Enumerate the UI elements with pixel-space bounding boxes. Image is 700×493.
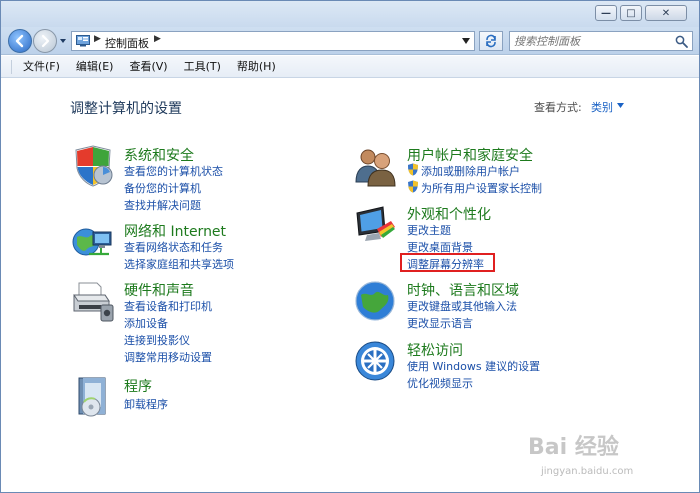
menu-edit[interactable]: 编辑(E) (68, 58, 122, 76)
search-icon[interactable] (675, 35, 688, 48)
highlight-box (400, 253, 495, 272)
category-link[interactable]: 查看您的计算机状态 (124, 163, 223, 179)
category-heading[interactable]: 用户帐户和家庭安全 (407, 145, 533, 165)
category-programs: 程序 卸载程序 (71, 375, 331, 423)
category-link[interactable]: 优化视频显示 (407, 375, 473, 391)
maximize-button[interactable]: □ (620, 5, 642, 21)
address-row: ▶ 控制面板 ▶ (1, 27, 699, 55)
view-by-dropdown[interactable]: 类别 (591, 99, 613, 115)
printer-icon[interactable] (71, 279, 115, 323)
category-link[interactable]: 调整常用移动设置 (124, 349, 212, 365)
menu-file[interactable]: 文件(F) (15, 58, 68, 76)
menu-help[interactable]: 帮助(H) (229, 58, 284, 76)
control-panel-icon (76, 35, 90, 47)
menu-bar: 文件(F) 编辑(E) 查看(V) 工具(T) 帮助(H) (1, 56, 699, 78)
monitor-paint-icon[interactable] (353, 203, 397, 247)
breadcrumb-separator-icon[interactable]: ▶ (154, 34, 161, 44)
category-link[interactable]: 更改主题 (407, 222, 451, 238)
category-hardware-sound: 硬件和声音 查看设备和打印机 添加设备 连接到投影仪 调整常用移动设置 (71, 279, 331, 365)
chevron-down-icon[interactable] (617, 103, 624, 108)
category-network-internet: 网络和 Internet 查看网络状态和任务 选择家庭组和共享选项 (71, 220, 331, 272)
view-by-label: 查看方式: (534, 101, 582, 114)
refresh-icon (486, 34, 496, 48)
watermark-logo-text: Bai 经验 (528, 434, 619, 460)
category-link[interactable]: 选择家庭组和共享选项 (124, 256, 234, 272)
chevron-down-icon[interactable] (462, 38, 470, 44)
category-user-accounts: 用户帐户和家庭安全 添加或删除用户帐户 为所有用户设置家长控制 (353, 144, 633, 196)
uac-shield-icon (408, 180, 418, 193)
window-controls: — □ ✕ (592, 5, 687, 21)
category-link[interactable]: 为所有用户设置家长控制 (407, 180, 542, 196)
page-title: 调整计算机的设置 (70, 101, 182, 117)
maximize-icon: □ (626, 7, 636, 19)
category-link[interactable]: 添加设备 (124, 315, 168, 331)
category-link[interactable]: 使用 Windows 建议的设置 (407, 358, 540, 374)
category-heading[interactable]: 外观和个性化 (407, 204, 491, 224)
watermark-url: jingyan.baidu.com (541, 466, 634, 477)
category-link-label[interactable]: 添加或删除用户帐户 (421, 165, 520, 178)
close-icon: ✕ (661, 7, 671, 19)
category-heading[interactable]: 轻松访问 (407, 340, 463, 360)
search-input[interactable] (514, 34, 664, 49)
recent-pages-dropdown-icon[interactable] (59, 37, 67, 45)
category-link-label[interactable]: 为所有用户设置家长控制 (421, 182, 542, 195)
baidu-jingyan-watermark: Bai 经验 (526, 426, 676, 486)
category-heading[interactable]: 系统和安全 (124, 145, 194, 165)
category-link[interactable]: 备份您的计算机 (124, 180, 201, 196)
refresh-button[interactable] (479, 31, 503, 51)
address-bar[interactable]: ▶ 控制面板 ▶ (71, 31, 475, 51)
forward-button[interactable] (33, 29, 57, 53)
category-ease-of-access: 轻松访问 使用 Windows 建议的设置 优化视频显示 (353, 339, 633, 391)
category-link[interactable]: 查看网络状态和任务 (124, 239, 223, 255)
programs-icon[interactable] (71, 375, 115, 419)
category-link[interactable]: 查看设备和打印机 (124, 298, 212, 314)
uac-shield-icon (408, 163, 418, 176)
menu-divider (11, 60, 12, 74)
back-button[interactable] (8, 29, 32, 53)
category-heading[interactable]: 网络和 Internet (124, 221, 226, 241)
menu-view[interactable]: 查看(V) (121, 58, 175, 76)
category-heading[interactable]: 时钟、语言和区域 (407, 280, 519, 300)
category-heading[interactable]: 程序 (124, 376, 152, 396)
category-link[interactable]: 查找并解决问题 (124, 197, 201, 213)
category-heading[interactable]: 硬件和声音 (124, 280, 194, 300)
minimize-icon: — (601, 7, 611, 19)
category-link[interactable]: 添加或删除用户帐户 (407, 163, 520, 179)
title-bar: — □ ✕ (1, 1, 699, 27)
forward-arrow-icon (41, 34, 50, 48)
search-box[interactable] (509, 31, 693, 51)
network-globe-icon[interactable] (71, 220, 115, 264)
back-arrow-icon (15, 34, 24, 48)
breadcrumb-separator-icon[interactable]: ▶ (94, 34, 101, 44)
minimize-button[interactable]: — (595, 5, 617, 21)
clock-globe-icon[interactable] (353, 279, 397, 323)
category-system-security: 系统和安全 查看您的计算机状态 备份您的计算机 查找并解决问题 (71, 144, 331, 214)
category-link[interactable]: 更改键盘或其他输入法 (407, 298, 517, 314)
baidu-paw-logo-icon: Bai 经验 (528, 434, 619, 460)
breadcrumb-control-panel[interactable]: 控制面板 (105, 35, 149, 51)
category-clock-language: 时钟、语言和区域 更改键盘或其他输入法 更改显示语言 (353, 279, 633, 331)
shield-icon[interactable] (71, 144, 115, 188)
category-link[interactable]: 更改显示语言 (407, 315, 473, 331)
users-icon[interactable] (353, 144, 397, 188)
control-panel-window: — □ ✕ ▶ 控制面板 ▶ 搜索控制面板 文件(F) 编辑(E) 查看(V) … (0, 0, 700, 493)
category-link[interactable]: 卸载程序 (124, 396, 168, 412)
ease-of-access-icon[interactable] (353, 339, 397, 383)
close-button[interactable]: ✕ (645, 5, 687, 21)
category-link[interactable]: 连接到投影仪 (124, 332, 190, 348)
menu-tools[interactable]: 工具(T) (176, 58, 229, 76)
